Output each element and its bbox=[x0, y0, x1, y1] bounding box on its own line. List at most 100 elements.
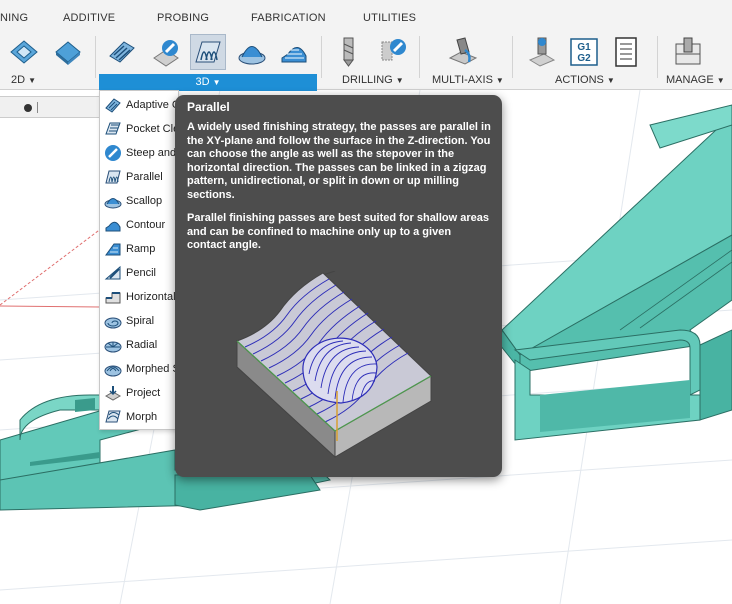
contour-icon bbox=[105, 221, 121, 232]
morphed-spiral-icon bbox=[104, 365, 122, 377]
parallel-toolpath-illustration bbox=[236, 271, 432, 459]
group-2d-label: 2D bbox=[11, 74, 26, 86]
browser-panel-header[interactable] bbox=[0, 96, 100, 118]
group-3d-dropdown[interactable]: 3D ▼ bbox=[99, 74, 317, 91]
tooltip-usage-note: Parallel finishing passes are best suite… bbox=[187, 212, 490, 251]
tab-probing[interactable]: PROBING bbox=[157, 12, 209, 24]
menu-item-label: Parallel bbox=[126, 171, 163, 183]
menu-item-label: Contour bbox=[126, 219, 166, 231]
fixture-part-right bbox=[499, 104, 732, 441]
menu-item-parallel[interactable]: Parallel bbox=[100, 165, 180, 189]
menu-item-adaptive-clearing[interactable]: Adaptive Clearing bbox=[100, 93, 180, 117]
svg-text:G2: G2 bbox=[577, 53, 591, 64]
multi-axis-tool-button[interactable] bbox=[445, 34, 481, 70]
ramp-icon bbox=[105, 243, 121, 256]
group-multi-axis-label: MULTI-AXIS bbox=[432, 74, 493, 86]
menu-item-project[interactable]: Project bbox=[100, 381, 180, 405]
menu-item-label: Adaptive Clearing bbox=[126, 99, 180, 111]
x-axis-line bbox=[0, 227, 103, 306]
simulate-icon bbox=[528, 37, 556, 67]
steep-and-shallow-icon bbox=[153, 40, 179, 67]
spiral-icon bbox=[104, 317, 122, 329]
3d-scallop-tool-button[interactable] bbox=[234, 34, 270, 70]
svg-text:G1: G1 bbox=[577, 42, 591, 53]
group-actions-dropdown[interactable]: ACTIONS ▼ bbox=[555, 74, 615, 86]
chevron-down-icon: ▼ bbox=[212, 78, 221, 87]
menu-item-label: Project bbox=[126, 387, 161, 399]
menu-item-spiral[interactable]: Spiral bbox=[100, 309, 180, 333]
menu-item-label: Horizontal bbox=[126, 291, 176, 303]
tab-fabrication[interactable]: FABRICATION bbox=[251, 12, 326, 24]
panel-divider bbox=[37, 102, 38, 113]
parallel-icon bbox=[195, 41, 221, 63]
tab-manufacturing[interactable]: NING bbox=[0, 12, 28, 24]
group-drilling-label: DRILLING bbox=[342, 74, 393, 86]
pocket-clearing-icon bbox=[105, 122, 121, 135]
menu-item-horizontal[interactable]: Horizontal bbox=[100, 285, 180, 309]
menu-item-label: Morphed Spiral bbox=[126, 363, 180, 375]
parallel-tooltip: Parallel A widely used finishing strateg… bbox=[175, 95, 502, 477]
post-process-tool-button[interactable]: G1 G2 bbox=[566, 34, 602, 70]
3d-adaptive-tool-button[interactable] bbox=[104, 34, 140, 70]
menu-item-label: Pocket Clearing bbox=[126, 123, 180, 135]
group-drilling-dropdown[interactable]: DRILLING ▼ bbox=[342, 74, 404, 86]
menu-item-label: Steep and Shallow bbox=[126, 147, 180, 159]
parallel-icon bbox=[105, 170, 121, 184]
3d-parallel-tool-button[interactable] bbox=[190, 34, 226, 70]
menu-item-label: Spiral bbox=[126, 315, 155, 327]
menu-item-radial[interactable]: Radial bbox=[100, 333, 180, 357]
menu-item-label: Radial bbox=[126, 339, 158, 351]
menu-item-pencil[interactable]: Pencil bbox=[100, 261, 180, 285]
chevron-down-icon: ▼ bbox=[716, 76, 725, 85]
menu-item-label: Morph bbox=[126, 411, 158, 423]
tab-additive[interactable]: ADDITIVE bbox=[63, 12, 115, 24]
3d-operations-menu: Adaptive Clearing Pocket Clearing Steep … bbox=[99, 90, 180, 430]
radial-icon bbox=[104, 341, 122, 353]
drill-icon bbox=[343, 37, 354, 67]
project-icon bbox=[104, 386, 122, 401]
chevron-down-icon: ▼ bbox=[606, 76, 615, 85]
menu-item-morph[interactable]: Morph bbox=[100, 405, 180, 429]
scallop-icon bbox=[104, 198, 122, 209]
group-manage-label: MANAGE bbox=[666, 74, 714, 86]
3d-contour-tool-button[interactable] bbox=[276, 34, 312, 70]
pencil-icon bbox=[104, 265, 121, 280]
simulate-tool-button[interactable] bbox=[524, 34, 560, 70]
menu-item-ramp[interactable]: Ramp bbox=[100, 237, 180, 261]
tab-utilities[interactable]: UTILITIES bbox=[363, 12, 416, 24]
2d-pocket-tool-button[interactable] bbox=[6, 34, 42, 70]
tooltip-description: A widely used finishing strategy, the pa… bbox=[187, 121, 491, 201]
adaptive-clearing-icon bbox=[105, 98, 121, 113]
menu-item-scallop[interactable]: Scallop bbox=[100, 189, 180, 213]
chevron-down-icon: ▼ bbox=[28, 76, 36, 85]
setup-sheet-icon bbox=[615, 37, 637, 67]
group-actions-label: ACTIONS bbox=[555, 74, 604, 86]
face-icon bbox=[55, 41, 81, 65]
menu-item-label: Pencil bbox=[126, 267, 156, 279]
3d-steep-shallow-tool-button[interactable] bbox=[148, 34, 184, 70]
g1-g2-icon: G1 G2 bbox=[570, 38, 598, 66]
multi-axis-icon bbox=[448, 37, 478, 65]
tool-library-icon bbox=[675, 37, 701, 65]
steep-and-shallow-icon bbox=[105, 145, 121, 161]
group-manage-dropdown[interactable]: MANAGE ▼ bbox=[666, 74, 725, 86]
tooltip-title: Parallel bbox=[187, 100, 230, 114]
drill-tool-button[interactable] bbox=[330, 34, 366, 70]
hole-recognition-tool-button[interactable] bbox=[374, 34, 410, 70]
menu-item-steep-and-shallow[interactable]: Steep and Shallow bbox=[100, 141, 180, 165]
group-multi-axis-dropdown[interactable]: MULTI-AXIS ▼ bbox=[432, 74, 504, 86]
tool-library-button[interactable] bbox=[670, 34, 706, 70]
menu-item-label: Scallop bbox=[126, 195, 163, 207]
setup-sheet-tool-button[interactable] bbox=[608, 34, 644, 70]
chevron-down-icon: ▼ bbox=[495, 76, 504, 85]
2d-pocket-icon bbox=[10, 40, 38, 64]
adaptive-clearing-icon bbox=[109, 41, 135, 63]
morph-icon bbox=[105, 410, 121, 423]
menu-item-contour[interactable]: Contour bbox=[100, 213, 180, 237]
menu-item-morphed-spiral[interactable]: Morphed Spiral bbox=[100, 357, 180, 381]
contour-icon bbox=[281, 47, 307, 63]
2d-face-tool-button[interactable] bbox=[50, 34, 86, 70]
group-2d-dropdown[interactable]: 2D ▼ bbox=[11, 74, 36, 86]
menu-item-pocket-clearing[interactable]: Pocket Clearing bbox=[100, 117, 180, 141]
collapse-toggle-icon[interactable] bbox=[24, 104, 32, 112]
